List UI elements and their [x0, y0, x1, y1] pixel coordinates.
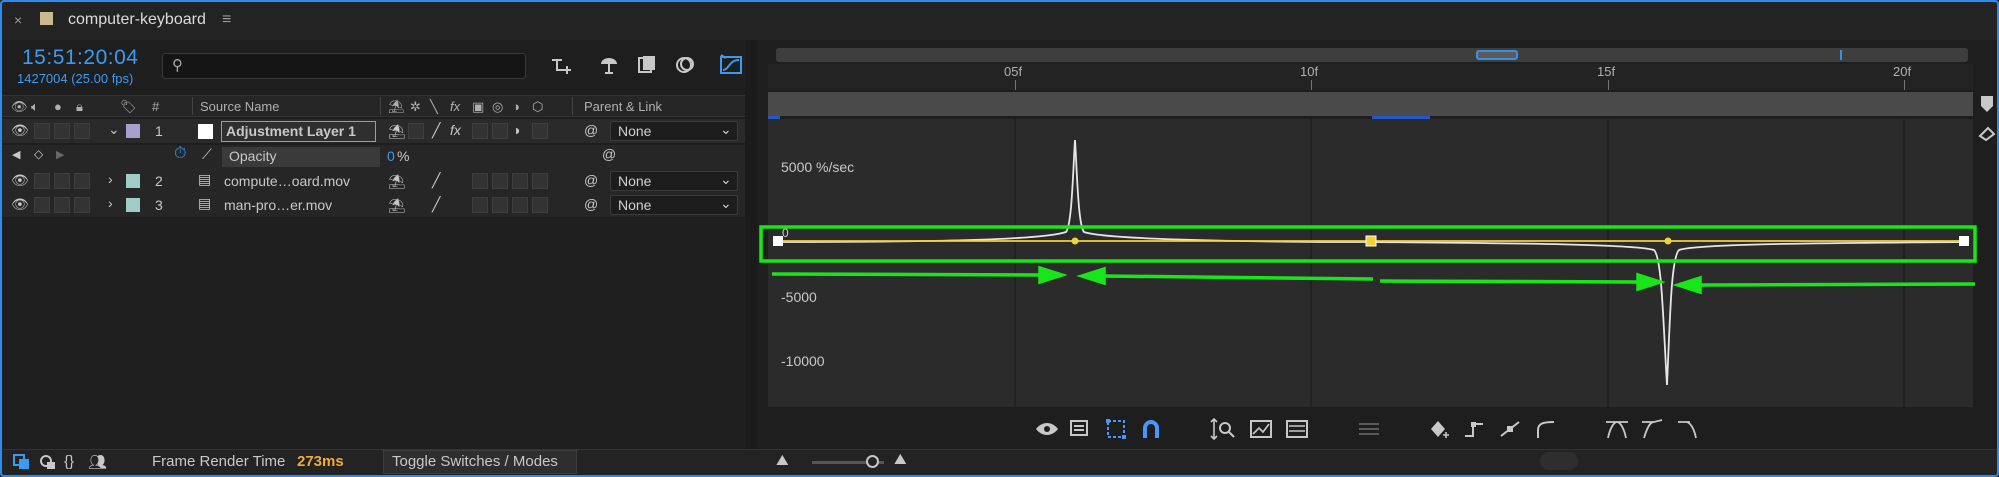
arrow-right-2 [1379, 279, 1639, 284]
arrow-head [1636, 272, 1666, 292]
convert-keyframe-icon[interactable] [1428, 418, 1454, 446]
arrow-right-1 [771, 272, 1043, 277]
show-properties-eye-icon[interactable] [1034, 418, 1060, 446]
annotation-arrows [771, 265, 1976, 295]
fit-all-graphs-icon[interactable] [1248, 418, 1274, 446]
keyframe-marker [1365, 235, 1377, 247]
toggle-switches-modes-label[interactable]: Toggle Switches / Modes [392, 453, 558, 470]
transfer-controls-icon[interactable]: {} [64, 453, 74, 470]
auto-bezier-icon[interactable] [1534, 418, 1560, 446]
snapping-magnet-icon[interactable] [1138, 418, 1164, 446]
in-out-icon[interactable]: 👥︎ [88, 453, 107, 471]
hold-keyframe-icon[interactable] [1462, 418, 1488, 446]
arrow-head [1076, 266, 1106, 286]
render-toggle-icon[interactable] [12, 453, 32, 476]
y-axis-label-5000: 5000 %/sec [781, 159, 855, 175]
layer-switches-icon[interactable] [38, 453, 58, 476]
arrow-head [1672, 275, 1702, 295]
y-axis-label-minus-5000: -5000 [781, 289, 817, 305]
zoom-out-mountain-icon[interactable]: ⛰︎ [776, 452, 789, 469]
easy-ease-icon[interactable] [1604, 418, 1630, 446]
graph-canvas[interactable] [0, 0, 1999, 477]
frame-render-value: 273ms [297, 453, 344, 470]
separate-dimensions-icon[interactable] [1284, 418, 1310, 446]
keyframe-marker [1959, 236, 1969, 246]
arrow-left-1 [1103, 274, 1374, 281]
y-axis-label-minus-10000: -10000 [781, 353, 825, 369]
transform-box-icon[interactable] [1104, 418, 1130, 446]
bezier-handle-dot [1071, 237, 1079, 245]
zoom-in-mountain-icon[interactable]: ⛰︎ [894, 451, 907, 468]
easy-ease-out-icon[interactable] [1676, 418, 1702, 446]
y-axis-label-0: 0 [782, 226, 789, 240]
arrow-left-2 [1699, 282, 1976, 287]
bezier-handle-dot [1664, 237, 1672, 245]
fit-selection-icon[interactable] [1210, 417, 1236, 446]
frame-render-label: Frame Render Time [152, 453, 286, 470]
edit-selected-keyframes-icon[interactable] [1356, 418, 1382, 446]
zoom-slider-thumb[interactable] [866, 455, 879, 468]
linear-keyframe-icon[interactable] [1498, 418, 1524, 446]
graph-type-menu-icon[interactable] [1068, 418, 1094, 446]
arrow-head [1038, 265, 1068, 285]
horizontal-scroll-thumb[interactable] [1540, 452, 1578, 470]
easy-ease-in-icon[interactable] [1640, 418, 1666, 446]
